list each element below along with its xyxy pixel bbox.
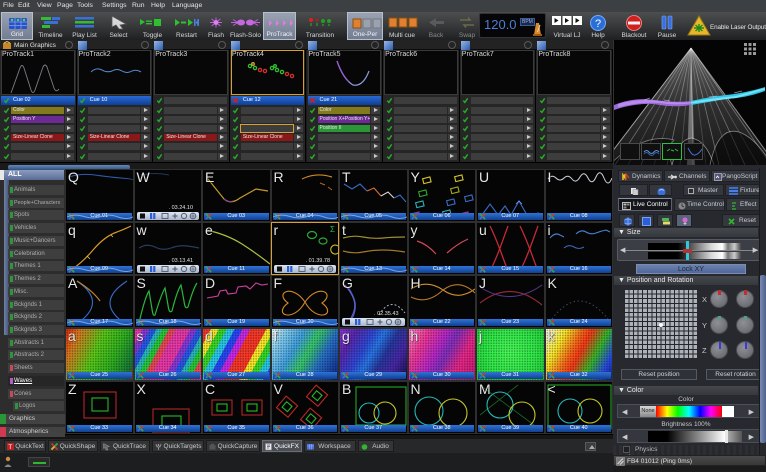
svg-text:T: T xyxy=(8,444,12,451)
svg-text:?: ? xyxy=(595,18,601,30)
svg-text:Σ: Σ xyxy=(330,225,335,234)
